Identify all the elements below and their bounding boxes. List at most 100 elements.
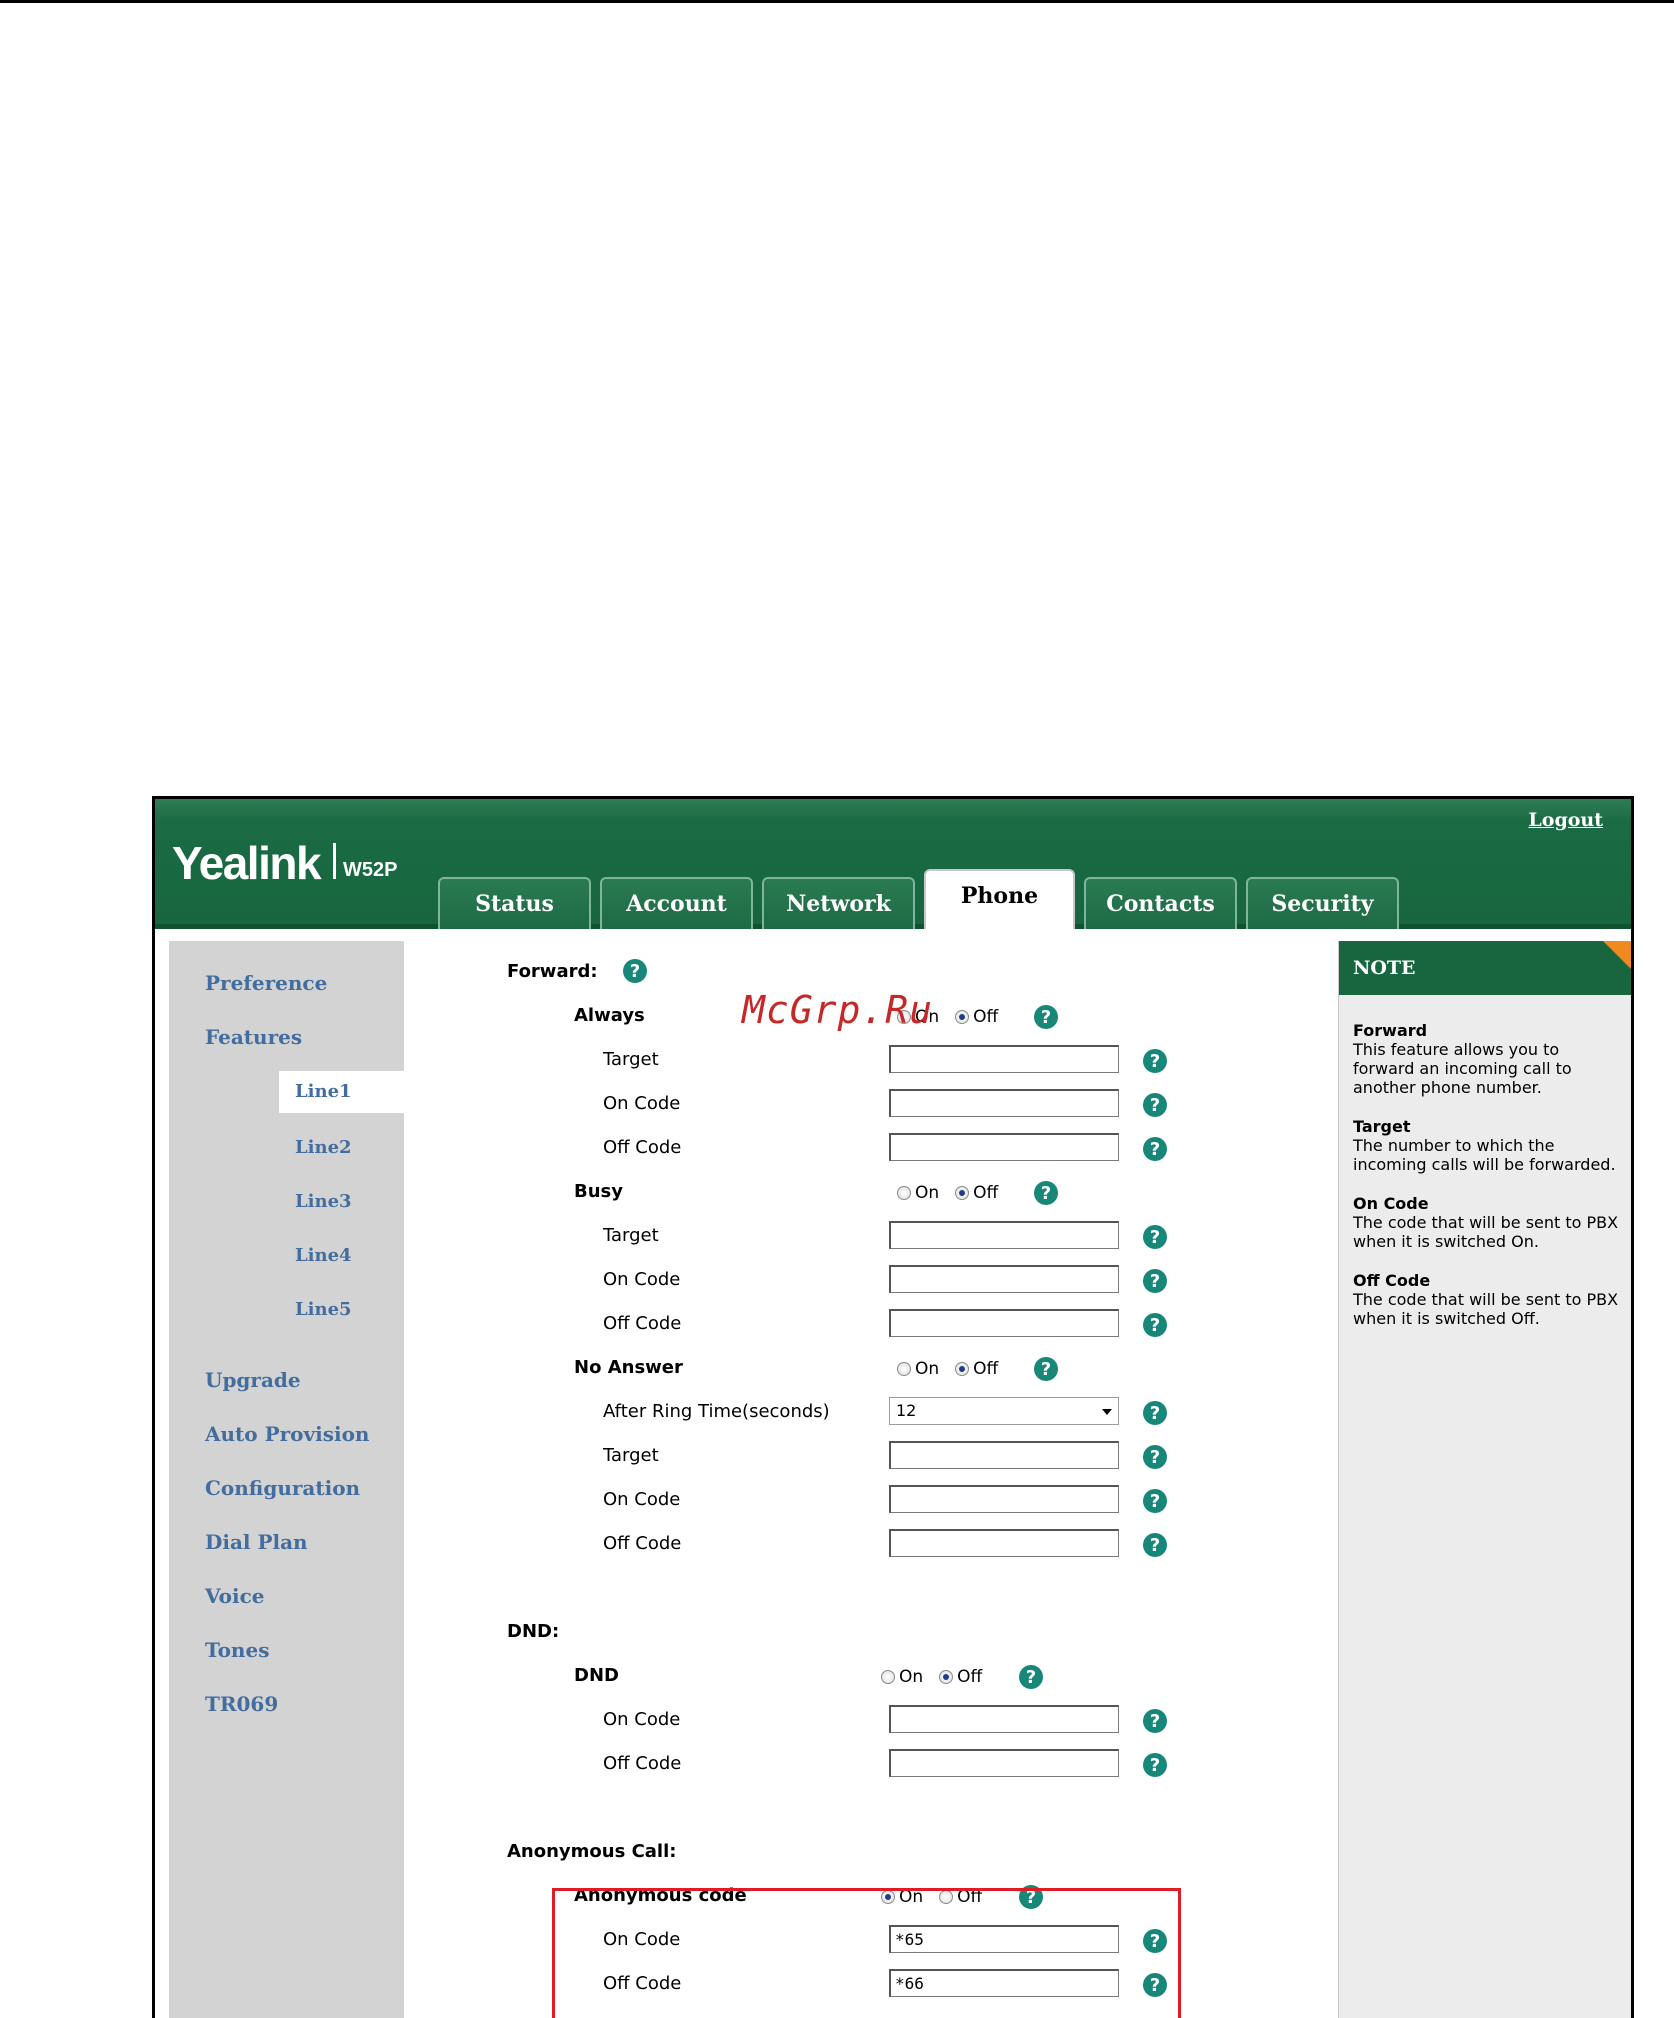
- always-on-code-help-icon[interactable]: ?: [1143, 1093, 1167, 1117]
- busy-target-input[interactable]: [889, 1221, 1119, 1249]
- sidebar-item-preference[interactable]: Preference: [205, 971, 327, 995]
- always-target-help-icon[interactable]: ?: [1143, 1049, 1167, 1073]
- tab-security[interactable]: Security: [1246, 877, 1399, 929]
- busy-off-code-input[interactable]: [889, 1309, 1119, 1337]
- busy-on-radio[interactable]: [897, 1186, 911, 1200]
- anonymous-highlight-box: [552, 1888, 1181, 2018]
- note-body: Forward This feature allows you to forwa…: [1353, 1021, 1625, 1348]
- dnd-on-label: On: [899, 1667, 924, 1687]
- after-ring-time-select[interactable]: 12: [889, 1397, 1119, 1425]
- note-entry-title: Target: [1353, 1117, 1411, 1136]
- busy-target-help-icon[interactable]: ?: [1143, 1225, 1167, 1249]
- dnd-section-title: DND:: [507, 1621, 560, 1642]
- sidebar-item-configuration[interactable]: Configuration: [205, 1476, 360, 1500]
- always-off-code-input[interactable]: [889, 1133, 1119, 1161]
- always-target-label: Target: [603, 1049, 659, 1070]
- sidebar-item-line3[interactable]: Line3: [295, 1191, 352, 1212]
- busy-help-icon[interactable]: ?: [1034, 1181, 1058, 1205]
- dnd-off-radio[interactable]: [939, 1670, 954, 1684]
- sidebar-item-upgrade[interactable]: Upgrade: [205, 1368, 301, 1392]
- no-answer-on-code-input[interactable]: [889, 1485, 1119, 1513]
- busy-target-label: Target: [603, 1225, 659, 1246]
- busy-on-code-label: On Code: [603, 1269, 681, 1290]
- always-off-radio[interactable]: [955, 1010, 970, 1024]
- busy-radio-group: On Off: [897, 1183, 1010, 1203]
- no-answer-off-code-help-icon[interactable]: ?: [1143, 1533, 1167, 1557]
- always-on-code-input[interactable]: [889, 1089, 1119, 1117]
- busy-on-code-help-icon[interactable]: ?: [1143, 1269, 1167, 1293]
- logo-divider: [333, 843, 336, 879]
- always-on-code-label: On Code: [603, 1093, 681, 1114]
- always-off-code-label: Off Code: [603, 1137, 682, 1158]
- note-entry-title: Off Code: [1353, 1271, 1431, 1290]
- note-corner-icon: [1603, 941, 1631, 969]
- dnd-on-radio[interactable]: [881, 1670, 895, 1684]
- settings-content: Forward: ? Always On Off ? Target ? On C…: [405, 941, 1337, 2018]
- tab-account[interactable]: Account: [600, 877, 753, 929]
- after-ring-time-help-icon[interactable]: ?: [1143, 1401, 1167, 1425]
- dnd-off-code-label: Off Code: [603, 1753, 682, 1774]
- screenshot-frame: Yealink W52P Logout Status Account Netwo…: [152, 796, 1634, 2018]
- tab-status[interactable]: Status: [438, 877, 591, 929]
- no-answer-off-code-input[interactable]: [889, 1529, 1119, 1557]
- forward-help-icon[interactable]: ?: [623, 959, 647, 983]
- no-answer-on-radio[interactable]: [897, 1362, 911, 1376]
- no-answer-off-label: Off: [973, 1359, 999, 1379]
- sidebar-item-tones[interactable]: Tones: [205, 1638, 269, 1662]
- dnd-on-code-input[interactable]: [889, 1705, 1119, 1733]
- sidebar-item-auto-provision[interactable]: Auto Provision: [205, 1422, 369, 1446]
- busy-on-label: On: [915, 1183, 940, 1203]
- sidebar-item-tr069[interactable]: TR069: [205, 1692, 278, 1716]
- after-ring-time-label: After Ring Time(seconds): [603, 1401, 830, 1422]
- tab-network[interactable]: Network: [762, 877, 915, 929]
- note-entry: Target The number to which the incoming …: [1353, 1117, 1625, 1174]
- dnd-off-code-help-icon[interactable]: ?: [1143, 1753, 1167, 1777]
- no-answer-off-radio[interactable]: [955, 1362, 970, 1376]
- sidebar-item-line2[interactable]: Line2: [295, 1137, 352, 1158]
- anonymous-call-section-title: Anonymous Call:: [507, 1841, 677, 1862]
- no-answer-target-help-icon[interactable]: ?: [1143, 1445, 1167, 1469]
- note-entry-text: The code that will be sent to PBX when i…: [1353, 1213, 1619, 1251]
- note-entry-text: The code that will be sent to PBX when i…: [1353, 1290, 1619, 1328]
- device-model: W52P: [343, 859, 398, 881]
- busy-off-radio[interactable]: [955, 1186, 970, 1200]
- dnd-off-code-input[interactable]: [889, 1749, 1119, 1777]
- dnd-on-code-help-icon[interactable]: ?: [1143, 1709, 1167, 1733]
- app-header: Yealink W52P Logout Status Account Netwo…: [155, 799, 1631, 929]
- note-entry: Off Code The code that will be sent to P…: [1353, 1271, 1625, 1328]
- tab-contacts[interactable]: Contacts: [1084, 877, 1237, 929]
- no-answer-on-label: On: [915, 1359, 940, 1379]
- always-target-input[interactable]: [889, 1045, 1119, 1073]
- note-entry-text: The number to which the incoming calls w…: [1353, 1136, 1616, 1174]
- no-answer-target-input[interactable]: [889, 1441, 1119, 1469]
- note-entry-text: This feature allows you to forward an in…: [1353, 1040, 1572, 1097]
- note-header: NOTE: [1339, 941, 1631, 995]
- no-answer-radio-group: On Off: [897, 1359, 1010, 1379]
- after-ring-time-value: 12: [896, 1401, 917, 1420]
- sidebar-item-features[interactable]: Features: [205, 1025, 302, 1049]
- busy-on-code-input[interactable]: [889, 1265, 1119, 1293]
- always-off-code-help-icon[interactable]: ?: [1143, 1137, 1167, 1161]
- dnd-label: DND: [574, 1665, 619, 1686]
- main-tabs: Status Account Network Phone Contacts Se…: [438, 869, 1399, 929]
- no-answer-on-code-help-icon[interactable]: ?: [1143, 1489, 1167, 1513]
- sidebar-item-dial-plan[interactable]: Dial Plan: [205, 1530, 308, 1554]
- dnd-radio-group: On Off: [881, 1667, 994, 1687]
- logout-link[interactable]: Logout: [1528, 809, 1603, 831]
- note-entry: Forward This feature allows you to forwa…: [1353, 1021, 1625, 1097]
- no-answer-on-code-label: On Code: [603, 1489, 681, 1510]
- sidebar-item-line1[interactable]: Line1: [279, 1071, 404, 1113]
- sidebar-item-line5[interactable]: Line5: [295, 1299, 352, 1320]
- busy-label: Busy: [574, 1181, 623, 1202]
- tab-phone[interactable]: Phone: [924, 869, 1075, 929]
- note-panel: NOTE Forward This feature allows you to …: [1338, 941, 1631, 2018]
- dnd-help-icon[interactable]: ?: [1019, 1665, 1043, 1689]
- no-answer-target-label: Target: [603, 1445, 659, 1466]
- brand-logo: Yealink: [172, 837, 322, 889]
- sidebar-item-voice[interactable]: Voice: [205, 1584, 265, 1608]
- always-label: Always: [574, 1005, 645, 1026]
- no-answer-help-icon[interactable]: ?: [1034, 1357, 1058, 1381]
- sidebar-item-line4[interactable]: Line4: [295, 1245, 352, 1266]
- always-help-icon[interactable]: ?: [1034, 1005, 1058, 1029]
- busy-off-code-help-icon[interactable]: ?: [1143, 1313, 1167, 1337]
